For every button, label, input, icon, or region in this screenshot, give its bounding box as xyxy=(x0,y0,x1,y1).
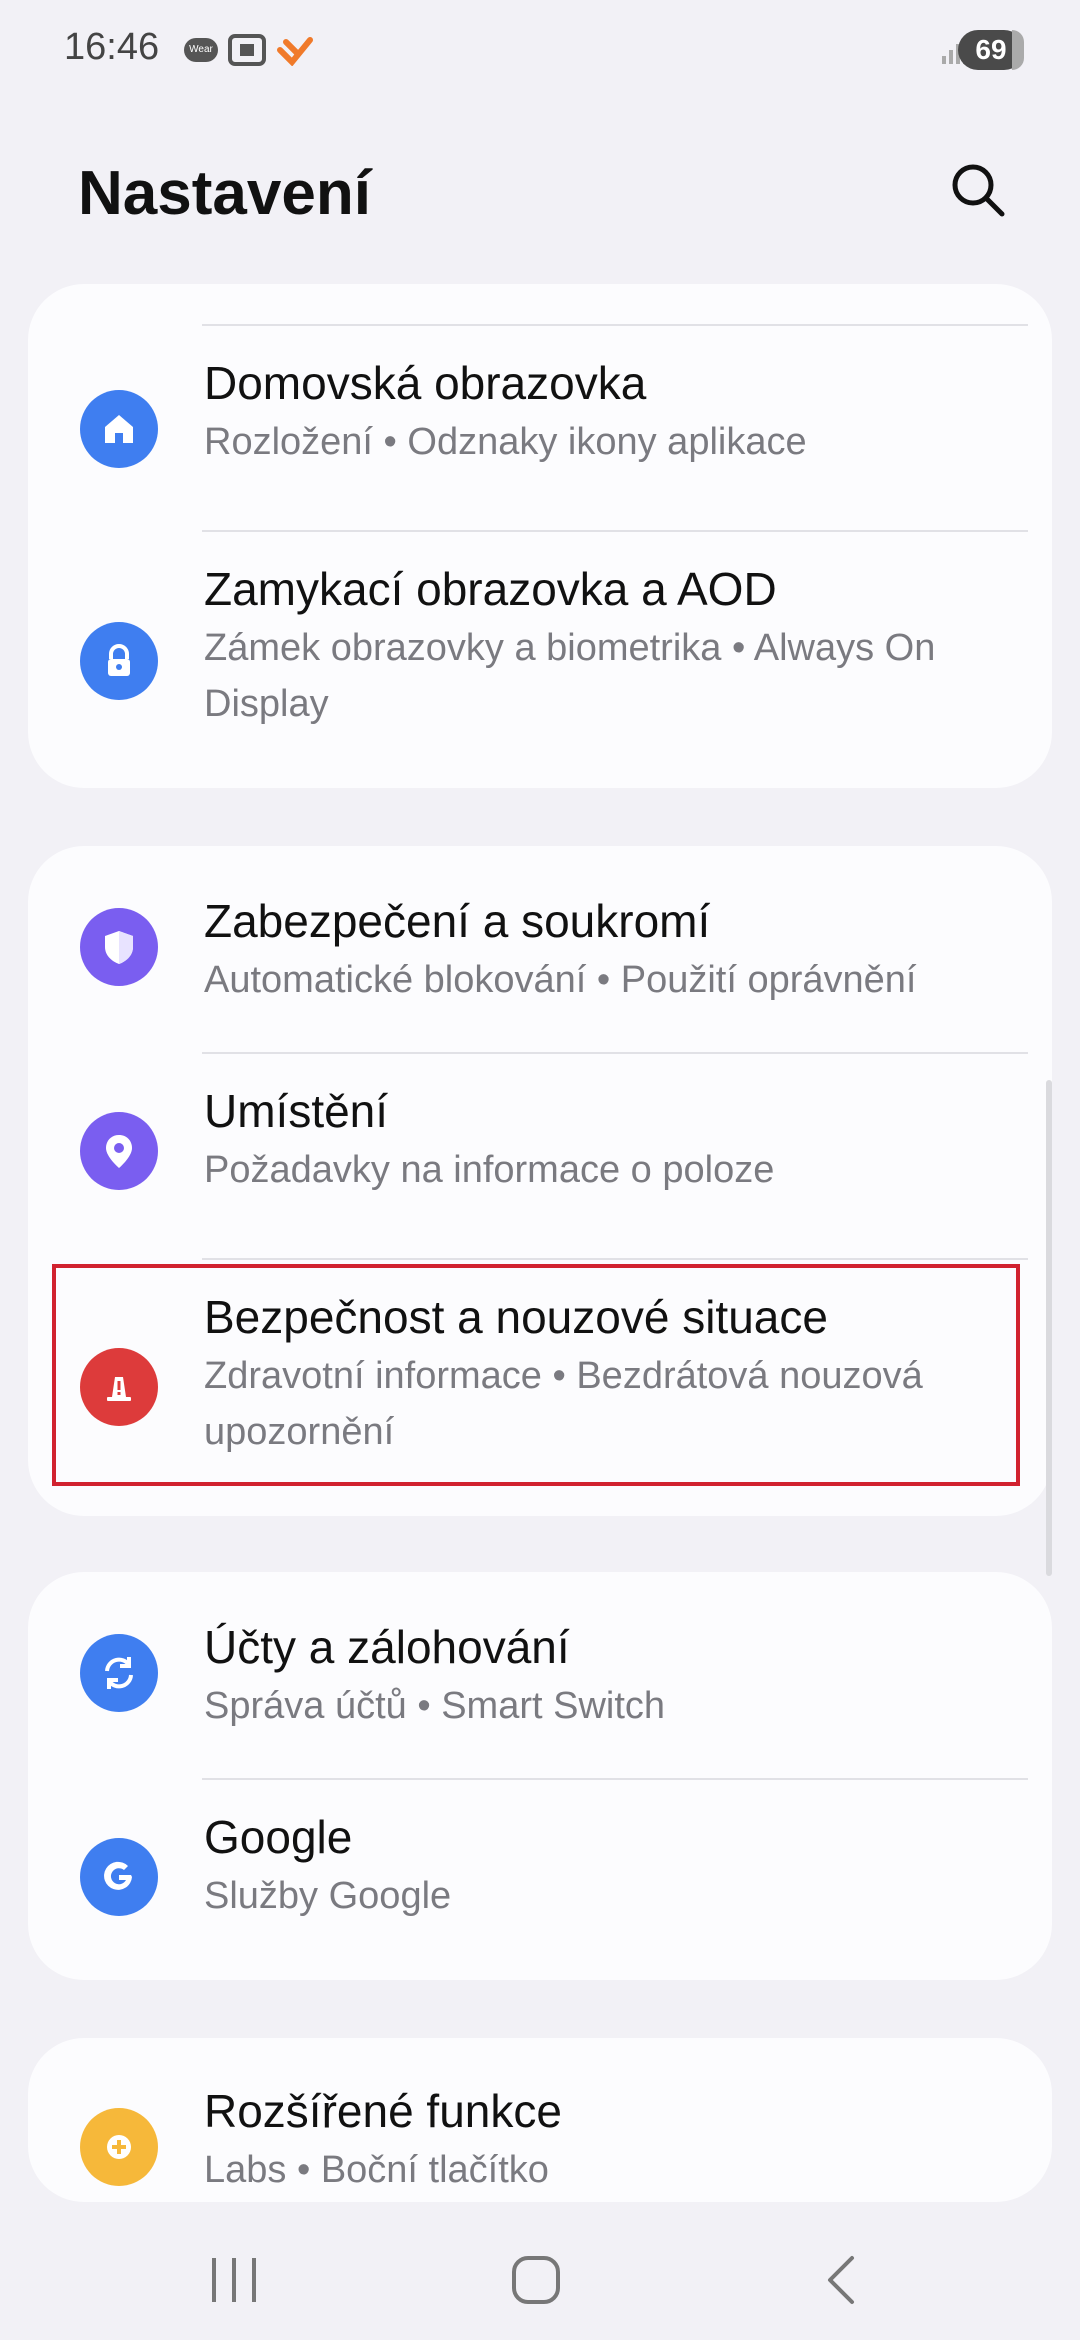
status-time: 16:46 xyxy=(64,26,160,68)
settings-card-accounts: Účty a zálohování Správa účtů • Smart Sw… xyxy=(28,1572,1052,1980)
battery-indicator: 69 xyxy=(958,30,1024,70)
item-title: Zamykací obrazovka a AOD xyxy=(204,563,777,615)
item-title: Rozšířené funkce xyxy=(204,2085,562,2137)
status-bar: 16:46 Wear 69 xyxy=(0,0,1080,100)
item-subtitle: Zámek obrazovky a biometrika • Always On… xyxy=(204,627,936,725)
home-icon xyxy=(80,390,158,468)
back-icon[interactable] xyxy=(812,2250,872,2310)
settings-item-security-privacy[interactable]: Zabezpečení a soukromí Automatické bloko… xyxy=(28,846,1052,1052)
settings-item-google[interactable]: Google Služby Google xyxy=(28,1780,1052,1980)
item-title: Zabezpečení a soukromí xyxy=(204,895,711,947)
settings-card-display: Domovská obrazovka Rozložení • Odznaky i… xyxy=(28,284,1052,788)
item-title: Účty a zálohování xyxy=(204,1621,570,1673)
settings-item-location[interactable]: Umístění Požadavky na informace o poloze xyxy=(28,1054,1052,1260)
item-subtitle: Služby Google xyxy=(204,1875,452,1917)
settings-item-accounts-backup[interactable]: Účty a zálohování Správa účtů • Smart Sw… xyxy=(28,1572,1052,1778)
settings-item-home-screen[interactable]: Domovská obrazovka Rozložení • Odznaky i… xyxy=(28,326,1052,532)
google-icon xyxy=(80,1838,158,1916)
item-title: Domovská obrazovka xyxy=(204,357,647,409)
item-subtitle: Rozložení • Odznaky ikony aplikace xyxy=(204,421,807,463)
page-title: Nastavení xyxy=(78,159,371,228)
search-icon[interactable] xyxy=(948,160,1008,220)
screenshot-icon xyxy=(228,34,266,66)
sync-icon xyxy=(80,1634,158,1712)
recents-icon[interactable] xyxy=(200,2250,268,2310)
navigation-bar xyxy=(0,2210,1080,2340)
settings-card-advanced: Rozšířené funkce Labs • Boční tlačítko xyxy=(28,2038,1052,2202)
wear-icon: Wear xyxy=(184,38,218,62)
plus-gear-icon xyxy=(80,2108,158,2186)
item-title: Umístění xyxy=(204,1085,389,1137)
health-icon xyxy=(277,37,313,66)
item-title: Google xyxy=(204,1811,353,1863)
item-subtitle: Labs • Boční tlačítko xyxy=(204,2149,549,2191)
settings-item-advanced-features[interactable]: Rozšířené funkce Labs • Boční tlačítko xyxy=(28,2038,1052,2202)
battery-level: 69 xyxy=(975,34,1007,65)
home-button-icon[interactable] xyxy=(506,2250,566,2310)
highlight-box xyxy=(52,1264,1020,1486)
location-icon xyxy=(80,1112,158,1190)
item-subtitle: Správa účtů • Smart Switch xyxy=(204,1685,666,1727)
lock-icon xyxy=(80,622,158,700)
scrollbar[interactable] xyxy=(1046,1080,1052,1576)
settings-item-lock-screen[interactable]: Zamykací obrazovka a AOD Zámek obrazovky… xyxy=(28,532,1052,788)
item-subtitle: Automatické blokování • Použití oprávněn… xyxy=(204,959,917,1001)
item-subtitle: Požadavky na informace o poloze xyxy=(204,1149,775,1191)
shield-icon xyxy=(80,908,158,986)
